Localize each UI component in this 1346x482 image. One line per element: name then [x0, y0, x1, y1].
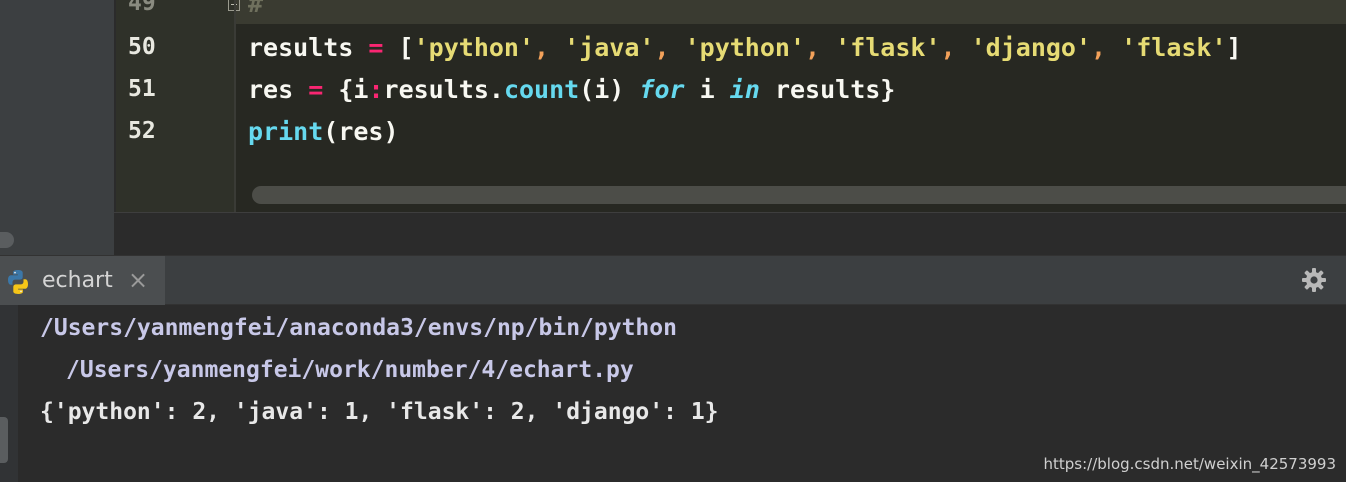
code-token: ]: [1226, 33, 1242, 62]
code-line-52: print(res): [248, 119, 399, 144]
code-token: [: [398, 33, 414, 62]
code-token: {i: [338, 75, 369, 104]
code-token: ,: [940, 33, 956, 62]
line-number: 50: [128, 34, 156, 60]
code-token: ,: [805, 33, 821, 62]
code-token: ,: [654, 33, 670, 62]
code-editor[interactable]: 49 50 51 52 # results = ['python', 'java…: [116, 0, 1346, 212]
code-token: results}: [774, 75, 896, 104]
editor-footer: [114, 212, 1346, 256]
console-output-line: /Users/yanmengfei/anaconda3/envs/np/bin/…: [40, 315, 677, 341]
code-token: ,: [534, 33, 550, 62]
code-token: results.: [383, 75, 504, 104]
run-tab-label: echart: [42, 268, 113, 293]
code-token: results: [248, 33, 354, 62]
code-token: :: [368, 75, 384, 104]
code-token: 'python': [413, 33, 535, 62]
code-line-49: #: [248, 0, 264, 18]
gear-icon[interactable]: [1300, 266, 1328, 294]
gutter-divider: [234, 0, 236, 212]
horizontal-scrollbar[interactable]: [252, 186, 1346, 204]
code-line-51: res = {i:results.count(i) for i in resul…: [248, 77, 895, 102]
console-output-line: /Users/yanmengfei/work/number/4/echart.p…: [66, 357, 634, 383]
code-token: for: [639, 75, 685, 104]
code-token: =: [368, 33, 384, 62]
code-line-50: results = ['python', 'java', 'python', '…: [248, 35, 1242, 60]
run-console[interactable]: /Users/yanmengfei/anaconda3/envs/np/bin/…: [0, 305, 1346, 482]
code-token: count: [503, 75, 580, 104]
code-token: 'python': [684, 33, 806, 62]
code-token: 'django': [970, 33, 1092, 62]
code-token: print: [248, 117, 324, 146]
line-number: 52: [128, 118, 156, 144]
code-token: (res): [323, 117, 399, 146]
code-token: 'java': [564, 33, 655, 62]
console-output-line: {'python': 2, 'java': 1, 'flask': 2, 'dj…: [40, 399, 719, 425]
line-number-gutter: 49 50 51 52: [116, 0, 234, 212]
run-tool-window-header: echart ×: [0, 255, 1346, 305]
code-token: 'flask': [835, 33, 941, 62]
run-tab-echart[interactable]: echart ×: [0, 256, 165, 305]
current-line-highlight: [116, 0, 1346, 24]
code-token: in: [729, 75, 760, 104]
close-icon[interactable]: ×: [128, 266, 148, 294]
code-token: i: [699, 75, 715, 104]
code-token: res: [248, 75, 294, 104]
code-token: =: [308, 75, 324, 104]
line-number: 51: [128, 76, 156, 102]
project-panel-strip: [0, 0, 114, 255]
python-icon: [8, 270, 28, 294]
code-token: 'flask': [1121, 33, 1227, 62]
code-token: ,: [1091, 33, 1107, 62]
line-number: 49: [128, 0, 156, 16]
watermark-text: https://blog.csdn.net/weixin_42573993: [1043, 455, 1336, 473]
console-gutter: [0, 305, 18, 482]
panel-scrollbar[interactable]: [0, 232, 14, 248]
console-scrollbar[interactable]: [0, 417, 8, 463]
code-token: (i): [579, 75, 625, 104]
